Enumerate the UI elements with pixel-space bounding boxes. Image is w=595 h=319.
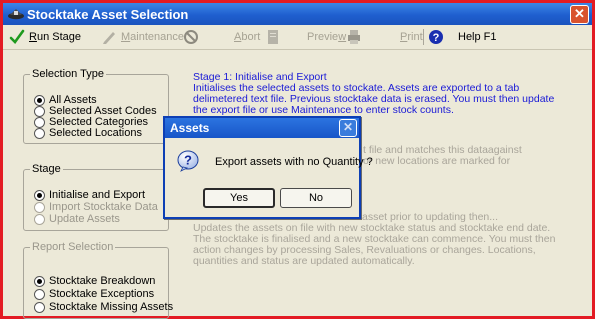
maintenance-button[interactable]: Maintenance: [101, 28, 184, 46]
preview-label: Preview: [307, 31, 347, 44]
radio-icon: [34, 105, 45, 117]
radio-icon: [34, 213, 45, 225]
radio-icon: [34, 127, 45, 139]
stop-icon-button[interactable]: [183, 28, 203, 46]
help-icon: ?: [429, 30, 443, 45]
dialog-titlebar[interactable]: Assets ✕: [165, 118, 359, 138]
print-icon-button[interactable]: [346, 28, 366, 46]
stage-legend: Stage: [32, 163, 61, 175]
preview-icon-button[interactable]: [265, 28, 285, 46]
window-title: Stocktake Asset Selection: [27, 7, 189, 22]
radio-icon: [34, 288, 45, 300]
selection-type-legend: Selection Type: [32, 68, 104, 80]
confirm-dialog: Assets ✕ ? Export assets with no Quantit…: [163, 116, 373, 219]
info-line: or new locations are marked for: [363, 155, 511, 167]
report-selection-legend: Report Selection: [32, 241, 114, 253]
dialog-close-button[interactable]: ✕: [339, 119, 357, 137]
toolbar: Run Stage Maintenance Abort Preview Prin…: [3, 25, 592, 50]
pencil-icon: [103, 32, 115, 45]
abort-button[interactable]: Abort: [234, 28, 260, 46]
stocktake-window: Stocktake Asset Selection ✕ Run Stage Ma…: [0, 0, 595, 319]
run-stage-button[interactable]: Run Stage: [9, 28, 81, 46]
no-button[interactable]: No: [280, 188, 352, 208]
yes-button[interactable]: Yes: [203, 188, 275, 208]
maintenance-label: Maintenance: [121, 31, 184, 44]
radio-icon: [34, 201, 45, 213]
checkmark-icon: [9, 29, 25, 45]
dialog-message: Export assets with no Quantity ?: [215, 156, 373, 168]
help-icon-button[interactable]: ?: [428, 28, 448, 46]
window-close-button[interactable]: ✕: [570, 5, 589, 24]
print-button[interactable]: Print: [400, 28, 423, 46]
radio-selected-icon: [34, 94, 45, 106]
stop-icon: [184, 30, 198, 45]
radio-stocktake-exceptions[interactable]: Stocktake Exceptions: [34, 288, 154, 300]
report-selection-group: Report Selection Stocktake Breakdown Sto…: [23, 241, 173, 319]
selection-type-group: Selection Type All Assets Selected Asset…: [23, 68, 169, 144]
app-icon: [8, 9, 24, 20]
window-titlebar[interactable]: Stocktake Asset Selection ✕: [3, 3, 592, 25]
run-stage-label: Run Stage: [29, 31, 81, 44]
stage2-description: t file and matches this dataagainst or n…: [363, 145, 522, 167]
radio-initialise-export[interactable]: Initialise and Export: [34, 189, 145, 201]
toolbar-separator: [423, 29, 424, 45]
stage1-description: Stage 1: Initialise and Export Initialis…: [193, 72, 554, 116]
svg-text:?: ?: [433, 32, 440, 44]
radio-selected-icon: [34, 275, 45, 287]
stage3-description: Updates the assets on file with new stoc…: [193, 223, 555, 267]
info-line: quantities and status are updated automa…: [193, 255, 415, 267]
preview-button[interactable]: Preview: [307, 28, 346, 46]
svg-text:?: ?: [184, 153, 192, 168]
help-button[interactable]: Help F1: [458, 28, 497, 46]
print-label: Print: [400, 31, 423, 44]
stage-group: Stage Initialise and Export Import Stock…: [23, 163, 169, 231]
radio-stocktake-missing-assets[interactable]: Stocktake Missing Assets: [34, 301, 173, 313]
radio-icon: [34, 301, 45, 313]
radio-selected-locations[interactable]: Selected Locations: [34, 127, 142, 139]
info-line: the export file or use Maintenance to en…: [193, 104, 454, 116]
radio-stocktake-breakdown[interactable]: Stocktake Breakdown: [34, 275, 155, 287]
radio-update-assets[interactable]: Update Assets: [34, 213, 120, 225]
dialog-title: Assets: [170, 121, 210, 135]
radio-import-stocktake-data[interactable]: Import Stocktake Data: [34, 201, 158, 213]
abort-label: Abort: [234, 31, 261, 44]
question-icon: ?: [177, 150, 199, 172]
radio-icon: [34, 116, 45, 128]
printer-icon: [348, 30, 360, 45]
radio-selected-icon: [34, 189, 45, 201]
help-label: Help F1: [458, 31, 497, 44]
page-icon: [268, 30, 278, 45]
